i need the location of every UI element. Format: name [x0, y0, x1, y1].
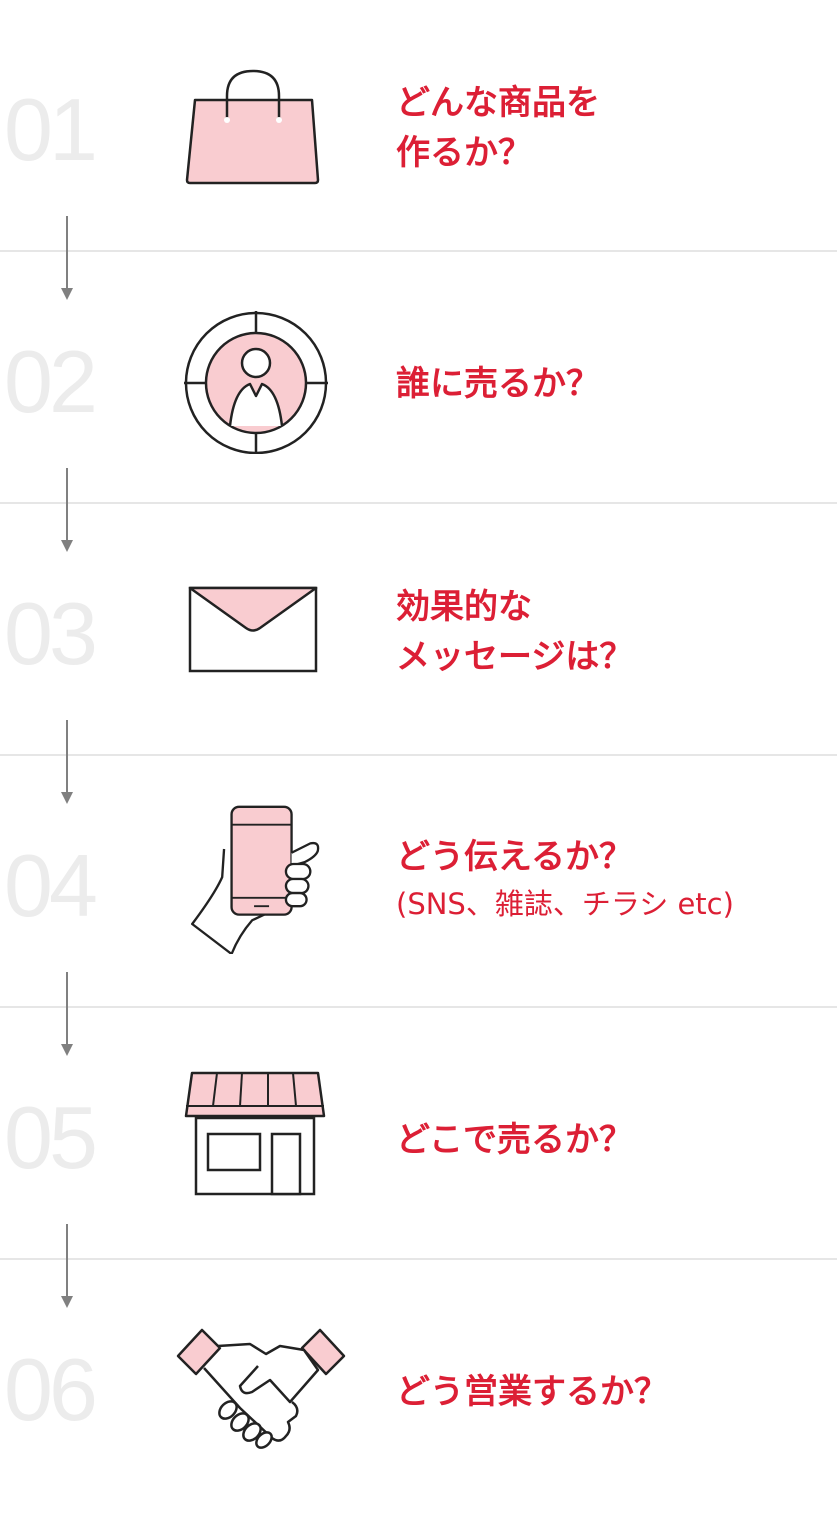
step-number: 02 [4, 332, 98, 431]
envelope-icon [180, 560, 330, 710]
step-title: どう伝えるか？ (SNS、雑誌、チラシ etc) [396, 832, 734, 924]
title-line-2: 作るか？ [396, 133, 532, 173]
step-number: 03 [4, 584, 98, 683]
target-person-icon [180, 304, 330, 454]
step-title: どこで売るか？ [396, 1115, 633, 1165]
step-03: 03 効果的な メッセージは？ [0, 504, 837, 756]
step-04: 04 どう伝えるか？ (SNS、雑誌、チラシ etc) [0, 756, 837, 1008]
shopping-bag-icon [180, 56, 330, 206]
title-line-2: メッセージは？ [396, 637, 634, 677]
step-number: 06 [4, 1340, 98, 1439]
storefront-icon [180, 1068, 330, 1218]
title-line-1: どう伝えるか？ [396, 837, 633, 877]
step-number: 05 [4, 1088, 98, 1187]
step-02: 02 誰に売るか？ [0, 252, 837, 504]
step-06: 06 どう営業するか？ [0, 1260, 837, 1512]
step-title: どう営業するか？ [396, 1367, 668, 1417]
step-title: 誰に売るか？ [396, 359, 600, 409]
title-line-1: どんな商品を [396, 83, 600, 123]
step-05: 05 どこで売るか？ [0, 1008, 837, 1260]
step-title: どんな商品を 作るか？ [396, 78, 600, 178]
step-01: 01 どんな商品を 作るか？ [0, 0, 837, 252]
title-line-1: 効果的な [396, 587, 532, 627]
handshake-icon [176, 1318, 346, 1468]
title-line-1: どう営業するか？ [396, 1372, 668, 1412]
smartphone-hand-icon [180, 804, 330, 954]
step-title: 効果的な メッセージは？ [396, 582, 633, 682]
step-number: 01 [4, 80, 98, 179]
step-subtitle: (SNS、雑誌、チラシ etc) [396, 887, 734, 921]
title-line-1: どこで売るか？ [396, 1120, 633, 1160]
step-number: 04 [4, 836, 98, 935]
title-line-1: 誰に売るか？ [396, 364, 600, 404]
